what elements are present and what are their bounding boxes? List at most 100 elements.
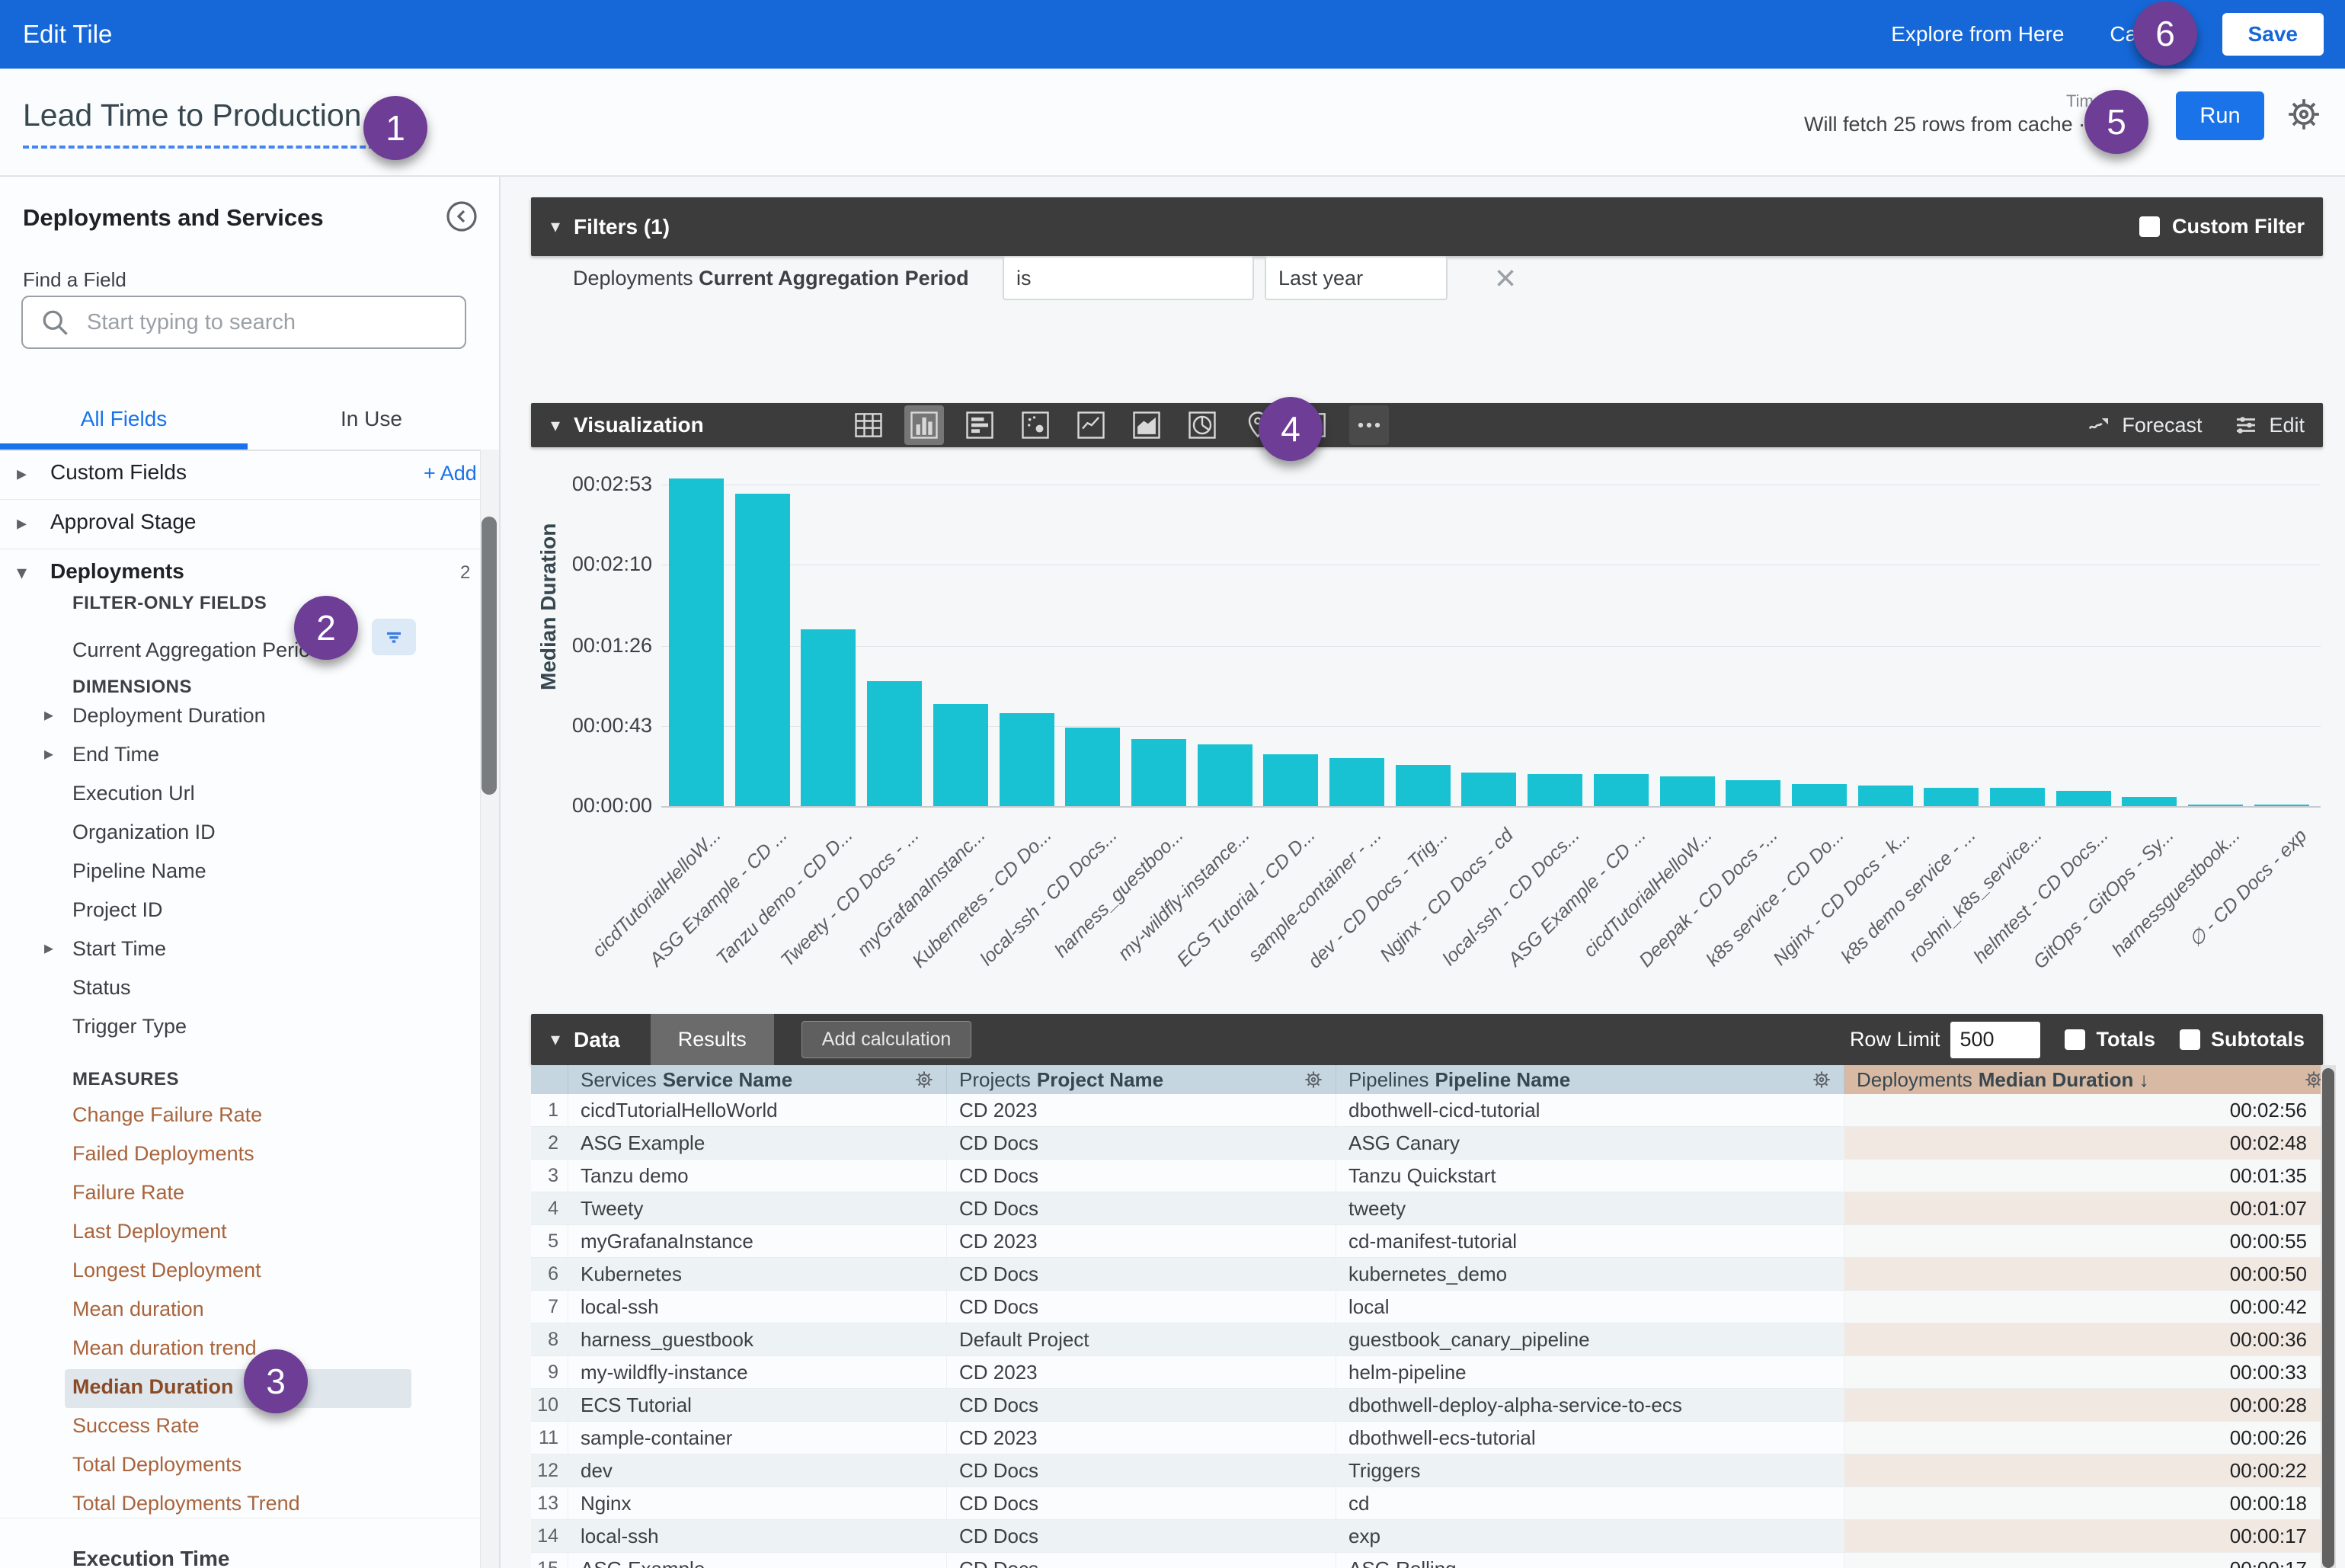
table-row[interactable]: 11sample-containerCD 2023dbothwell-ecs-t… xyxy=(531,1422,2336,1454)
table-row[interactable]: 9my-wildfly-instanceCD 2023helm-pipeline… xyxy=(531,1356,2336,1389)
chart-bar[interactable] xyxy=(1263,754,1318,806)
data-section-header[interactable]: ▾ Data Results Add calculation Row Limit… xyxy=(531,1014,2323,1065)
sidebar-measure-item[interactable]: Success Rate xyxy=(0,1408,495,1447)
chart-bar[interactable] xyxy=(1990,788,2045,806)
table-viz-icon[interactable] xyxy=(849,405,888,445)
edit-visualization-button[interactable]: Edit xyxy=(2232,411,2305,439)
sidebar-measure-item[interactable]: Mean duration xyxy=(0,1291,495,1330)
chart-bar[interactable] xyxy=(669,478,724,806)
explore-from-here-link[interactable]: Explore from Here xyxy=(1891,22,2064,46)
chevron-down-icon[interactable]: ▾ xyxy=(17,561,27,584)
chart-bar[interactable] xyxy=(2188,805,2243,807)
chart-bar[interactable] xyxy=(1329,758,1384,806)
run-button[interactable]: Run xyxy=(2176,91,2264,140)
line-viz-icon[interactable] xyxy=(1071,405,1111,445)
chevron-right-icon[interactable]: ▸ xyxy=(17,462,27,485)
totals-checkbox[interactable] xyxy=(2065,1029,2085,1050)
row-limit-input[interactable] xyxy=(1950,1022,2040,1058)
chart-bar[interactable] xyxy=(1660,776,1715,806)
tile-title-editable[interactable]: Lead Time to Production xyxy=(23,98,384,149)
sidebar-dimension-item[interactable]: Execution Url xyxy=(0,776,495,814)
add-custom-field-link[interactable]: + Add xyxy=(424,462,477,485)
sidebar-measure-item[interactable]: Total Deployments Trend xyxy=(0,1486,495,1525)
save-button[interactable]: Save xyxy=(2222,13,2324,56)
section-collapse-caret-icon[interactable]: ▾ xyxy=(551,216,560,238)
clipped-group-label[interactable]: Execution Time xyxy=(72,1547,229,1568)
chart-bar[interactable] xyxy=(1396,765,1451,806)
sidebar-dimension-item[interactable]: Status xyxy=(0,970,495,1009)
chart-bar[interactable] xyxy=(1726,780,1780,806)
sidebar-dimension-item[interactable]: Pipeline Name xyxy=(0,853,495,892)
chart-bar[interactable] xyxy=(1858,786,1913,806)
sidebar-measure-item[interactable]: Failed Deployments xyxy=(0,1136,495,1175)
explore-settings-gear-icon[interactable] xyxy=(2283,93,2325,136)
column-viz-icon[interactable] xyxy=(904,405,944,445)
forecast-button[interactable]: Forecast xyxy=(2085,411,2202,439)
chart-bar[interactable] xyxy=(2056,791,2111,806)
table-row[interactable]: 4TweetyCD Docstweety00:01:07 xyxy=(531,1192,2336,1225)
chart-bar[interactable] xyxy=(1924,788,1979,806)
table-row[interactable]: 2ASG ExampleCD DocsASG Canary00:02:48 xyxy=(531,1127,2336,1160)
filter-value-input[interactable]: Last year xyxy=(1265,256,1448,300)
chart-bar[interactable] xyxy=(2122,797,2177,806)
chevron-right-icon[interactable]: ▸ xyxy=(17,511,27,535)
chart-bar[interactable] xyxy=(867,681,922,806)
pie-viz-icon[interactable] xyxy=(1182,405,1222,445)
remove-filter-icon[interactable]: × xyxy=(1495,258,1516,299)
sidebar-measure-item[interactable]: Median Duration xyxy=(65,1369,411,1408)
section-collapse-caret-icon[interactable]: ▾ xyxy=(551,1029,560,1051)
table-row[interactable]: 3Tanzu demoCD DocsTanzu Quickstart00:01:… xyxy=(531,1160,2336,1192)
table-row[interactable]: 10ECS TutorialCD Docsdbothwell-deploy-al… xyxy=(531,1389,2336,1422)
sidebar-dimension-item[interactable]: Project ID xyxy=(0,892,495,931)
sidebar-measure-item[interactable]: Total Deployments xyxy=(0,1447,495,1486)
column-gear-icon[interactable] xyxy=(1810,1068,1833,1091)
chart-bar[interactable] xyxy=(1000,713,1054,806)
sidebar-measure-item[interactable]: Failure Rate xyxy=(0,1175,495,1214)
table-row[interactable]: 1cicdTutorialHelloWorldCD 2023dbothwell-… xyxy=(531,1094,2336,1127)
sidebar-measure-item[interactable]: Change Failure Rate xyxy=(0,1097,495,1136)
chart-bar[interactable] xyxy=(735,494,790,806)
column-header[interactable]: ServicesService Name xyxy=(568,1065,947,1094)
table-row[interactable]: 8harness_guestbookDefault Projectguestbo… xyxy=(531,1323,2336,1356)
chart-bar[interactable] xyxy=(1198,744,1252,806)
sidebar-dimension-item[interactable]: ▸Deployment Duration xyxy=(0,698,495,737)
table-row[interactable]: 14local-sshCD Docsexp00:00:17 xyxy=(531,1520,2336,1553)
sidebar-measure-item[interactable]: Last Deployment xyxy=(0,1214,495,1253)
table-row[interactable]: 6KubernetesCD Docskubernetes_demo00:00:5… xyxy=(531,1258,2336,1291)
results-tab[interactable]: Results xyxy=(651,1014,774,1065)
visualization-section-header[interactable]: ▾ Visualization 6 Forecast Edit xyxy=(531,403,2323,447)
column-header[interactable]: DeploymentsMedian Duration ↓ xyxy=(1844,1065,2336,1094)
tab-all-fields[interactable]: All Fields xyxy=(0,395,248,443)
field-search-box[interactable] xyxy=(21,296,466,349)
chart-bar[interactable] xyxy=(1461,773,1516,806)
chart-bar[interactable] xyxy=(933,704,988,806)
column-header[interactable]: ProjectsProject Name xyxy=(947,1065,1336,1094)
chart-bar[interactable] xyxy=(2254,805,2309,807)
area-viz-icon[interactable] xyxy=(1127,405,1166,445)
filter-operator-select[interactable]: is xyxy=(1003,256,1254,300)
subtotals-checkbox[interactable] xyxy=(2180,1029,2200,1050)
table-row[interactable]: 5myGrafanaInstanceCD 2023cd-manifest-tut… xyxy=(531,1225,2336,1258)
field-search-input[interactable] xyxy=(85,309,424,336)
table-row[interactable]: 13NginxCD Docscd00:00:18 xyxy=(531,1487,2336,1520)
sidebar-dimension-item[interactable]: Organization ID xyxy=(0,814,495,853)
sidebar-group-approval-stage[interactable]: ▸ Approval Stage xyxy=(0,499,499,549)
table-scrollbar-thumb[interactable] xyxy=(2322,1068,2334,1568)
column-header[interactable]: PipelinesPipeline Name xyxy=(1336,1065,1844,1094)
more-viz-icon[interactable] xyxy=(1349,405,1389,445)
sidebar-group-custom-fields[interactable]: ▸ Custom Fields + Add xyxy=(0,450,499,500)
column-gear-icon[interactable] xyxy=(1302,1068,1325,1091)
chart-bar[interactable] xyxy=(1131,739,1186,806)
chart-bar[interactable] xyxy=(801,629,856,806)
chart-bar[interactable] xyxy=(1792,784,1847,806)
sidebar-measure-item[interactable]: Mean duration trend xyxy=(0,1330,495,1369)
collapse-sidebar-icon[interactable] xyxy=(443,198,480,235)
chevron-right-icon[interactable]: ▸ xyxy=(44,743,53,765)
sidebar-dimension-item[interactable]: ▸Start Time xyxy=(0,931,495,970)
tab-in-use[interactable]: In Use xyxy=(248,395,495,443)
add-calculation-button[interactable]: Add calculation xyxy=(801,1021,972,1058)
filter-field-button[interactable] xyxy=(372,619,416,655)
section-collapse-caret-icon[interactable]: ▾ xyxy=(551,414,560,437)
sidebar-dimension-item[interactable]: Trigger Type xyxy=(0,1009,495,1048)
sidebar-group-deployments[interactable]: ▾ Deployments 2 xyxy=(0,549,499,598)
